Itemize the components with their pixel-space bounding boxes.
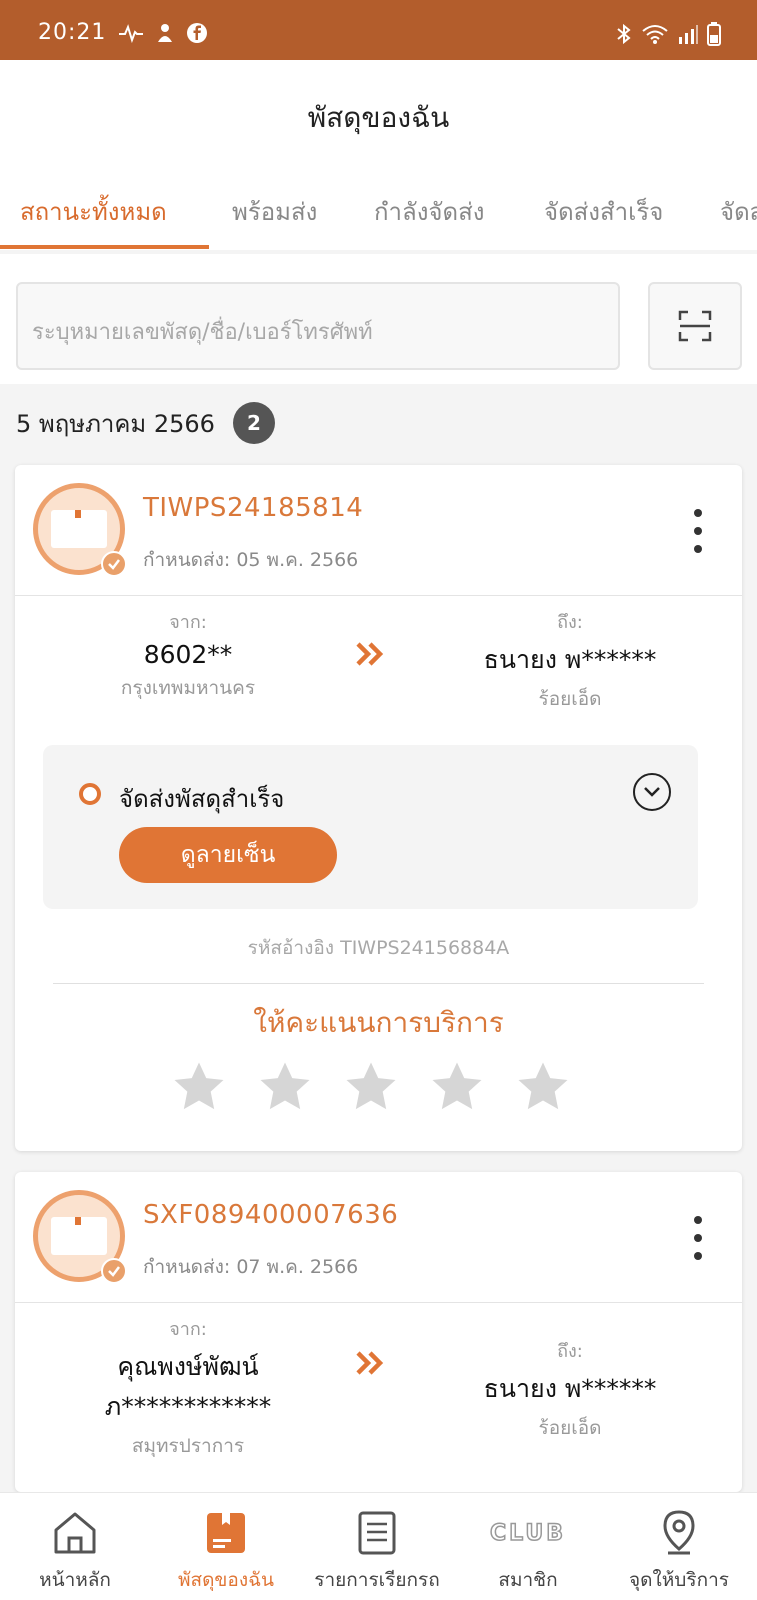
tab-more[interactable]: จัดส <box>720 192 757 231</box>
status-time: 20:21 <box>38 20 107 45</box>
from-label: จาก: <box>169 612 207 633</box>
sender-name-line2: ภ************ <box>104 1392 272 1421</box>
nav-service-points[interactable]: จุดให้บริการ <box>604 1507 754 1595</box>
star-icon[interactable] <box>515 1059 571 1115</box>
app-header: พัสดุของฉัน <box>0 60 757 172</box>
parcel-box-icon <box>51 510 107 548</box>
nav-my-parcels-label: พัสดุของฉัน <box>177 1569 275 1591</box>
sender-name: 8602** <box>143 640 233 669</box>
sender-area: กรุงเทพมหานคร <box>120 677 256 699</box>
sender-name: คุณพงษ์พัฒน์ <box>117 1352 259 1381</box>
due-date: กำหนดส่ง: 05 พ.ค. 2566 <box>143 549 359 571</box>
wifi-icon <box>642 25 668 44</box>
chevron-down-icon[interactable] <box>633 773 671 811</box>
parcel-card[interactable]: SXF089400007636 กำหนดส่ง: 07 พ.ค. 2566 จ… <box>15 1172 742 1492</box>
divider <box>53 983 704 984</box>
double-chevron-right-icon <box>356 642 384 666</box>
status-dot-icon <box>79 783 101 805</box>
tab-shipping[interactable]: กำลังจัดส่ง <box>374 192 484 231</box>
tab-delivered[interactable]: จัดส่งสำเร็จ <box>544 192 663 231</box>
to-label: ถึง: <box>557 1341 583 1362</box>
sender-info: จาก: 8602** กรุงเทพมหานคร <box>63 607 313 703</box>
battery-icon <box>707 22 721 46</box>
star-icon[interactable] <box>171 1059 227 1115</box>
club-icon: CLUB <box>489 1520 566 1547</box>
date-group-header: 5 พฤษภาคม 2566 2 <box>16 402 275 444</box>
bottom-navigation: หน้าหลัก พัสดุของฉัน รายการเรียกรถ CLUB … <box>0 1492 757 1600</box>
to-label: ถึง: <box>557 612 583 633</box>
recipient-name: ธนายง พ****** <box>483 645 657 674</box>
facebook-icon <box>187 23 207 43</box>
scan-button[interactable] <box>648 282 742 370</box>
star-icon[interactable] <box>257 1059 313 1115</box>
tab-ready-to-ship[interactable]: พร้อมส่ง <box>232 192 317 231</box>
check-icon <box>101 1258 127 1284</box>
sender-info: จาก: คุณพงษ์พัฒน์ ภ************ สมุทรปรา… <box>63 1314 313 1461</box>
recipient-info: ถึง: ธนายง พ****** ร้อยเอ็ด <box>445 1336 695 1443</box>
page-title: พัสดุของฉัน <box>307 101 450 134</box>
search-placeholder: ระบุหมายเลขพัสดุ/ชื่อ/เบอร์โทรศัพท์ <box>32 320 373 345</box>
date-group-label: 5 พฤษภาคม 2566 <box>16 409 215 438</box>
nav-home-label: หน้าหลัก <box>39 1569 111 1591</box>
recipient-info: ถึง: ธนายง พ****** ร้อยเอ็ด <box>445 607 695 714</box>
nav-pickup-requests-label: รายการเรียกรถ <box>314 1569 440 1591</box>
from-label: จาก: <box>169 1319 207 1340</box>
nav-member[interactable]: CLUB สมาชิก <box>453 1507 603 1595</box>
more-options-icon[interactable] <box>690 1216 706 1260</box>
star-rating <box>171 1059 571 1115</box>
date-group-count-badge: 2 <box>232 402 275 444</box>
recipient-name: ธนายง พ****** <box>483 1374 657 1403</box>
nav-home[interactable]: หน้าหลัก <box>0 1507 150 1595</box>
recipient-area: ร้อยเอ็ด <box>538 1417 602 1439</box>
recipient-area: ร้อยเอ็ด <box>538 688 602 710</box>
nav-service-points-label: จุดให้บริการ <box>629 1569 729 1591</box>
star-icon[interactable] <box>429 1059 485 1115</box>
parcel-icon <box>207 1513 245 1553</box>
home-icon <box>54 1512 96 1554</box>
status-tabs: สถานะทั้งหมด พร้อมส่ง กำลังจัดส่ง จัดส่ง… <box>0 172 757 250</box>
tracking-number[interactable]: TIWPS24185814 <box>143 493 363 523</box>
reference-number: รหัสอ้างอิง TIWPS24156884A <box>247 937 510 959</box>
location-pin-icon <box>663 1510 695 1555</box>
rating-title: ให้คะแนนการบริการ <box>253 1006 504 1039</box>
divider <box>15 595 742 596</box>
tab-active-indicator <box>0 245 209 249</box>
check-icon <box>101 551 127 577</box>
status-bar: 20:21 <box>0 0 757 60</box>
search-input[interactable]: ระบุหมายเลขพัสดุ/ชื่อ/เบอร์โทรศัพท์ <box>16 282 620 370</box>
search-area: ระบุหมายเลขพัสดุ/ชื่อ/เบอร์โทรศัพท์ <box>0 254 757 384</box>
parcel-card[interactable]: TIWPS24185814 กำหนดส่ง: 05 พ.ค. 2566 จาก… <box>15 465 742 1151</box>
divider <box>15 1302 742 1303</box>
bluetooth-icon <box>617 23 631 45</box>
parcel-box-icon <box>51 1217 107 1255</box>
nav-my-parcels[interactable]: พัสดุของฉัน <box>151 1507 301 1595</box>
list-icon <box>358 1511 396 1555</box>
baby-icon <box>158 24 172 42</box>
status-panel: จัดส่งพัสดุสำเร็จ ดูลายเซ็น <box>43 745 698 909</box>
view-signature-button[interactable]: ดูลายเซ็น <box>119 827 337 883</box>
nav-member-label: สมาชิก <box>498 1569 558 1591</box>
due-date: กำหนดส่ง: 07 พ.ค. 2566 <box>143 1256 359 1278</box>
signal-icon <box>679 25 698 44</box>
double-chevron-right-icon <box>356 1351 384 1375</box>
tracking-number[interactable]: SXF089400007636 <box>143 1200 398 1230</box>
sender-area: สมุทรปราการ <box>131 1435 245 1457</box>
nav-pickup-requests[interactable]: รายการเรียกรถ <box>302 1507 452 1595</box>
activity-icon <box>119 24 143 43</box>
tab-all-status[interactable]: สถานะทั้งหมด <box>20 192 167 231</box>
scan-icon <box>678 310 712 342</box>
more-options-icon[interactable] <box>690 509 706 553</box>
delivery-status: จัดส่งพัสดุสำเร็จ <box>119 785 285 813</box>
star-icon[interactable] <box>343 1059 399 1115</box>
